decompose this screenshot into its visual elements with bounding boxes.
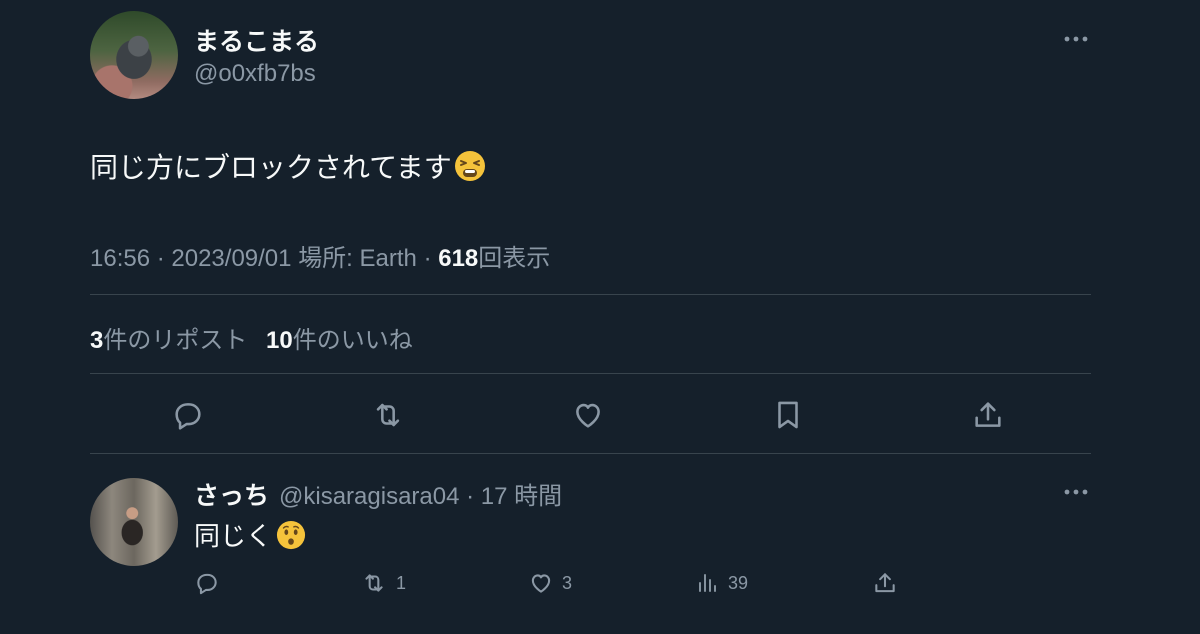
reply-icon xyxy=(175,403,201,430)
likes-count: 10 xyxy=(266,327,293,354)
share-icon xyxy=(975,402,1001,427)
like-icon xyxy=(531,574,551,593)
views-label: 回表示 xyxy=(478,245,551,272)
likes-label: 件のいいね xyxy=(292,327,413,354)
reply-icon xyxy=(197,573,217,595)
tweet-stats: 3件のリポスト 10件のいいね xyxy=(90,320,413,355)
reply-repost-button[interactable]: 1 xyxy=(360,568,406,598)
reply-more-options-icon[interactable] xyxy=(1062,480,1090,504)
reposts-stat[interactable]: 3件のリポスト xyxy=(90,327,247,354)
tweet-location: 場所: Earth xyxy=(298,245,417,272)
divider xyxy=(90,373,1091,374)
reply-author-display-name[interactable]: さっち xyxy=(194,476,269,512)
share-icon xyxy=(875,573,895,593)
tweet-meta: 16:56 · 2023/09/01 場所: Earth · 618回表示 xyxy=(90,238,550,273)
divider xyxy=(90,294,1091,295)
like-icon xyxy=(576,403,600,428)
bookmark-icon xyxy=(778,401,798,429)
reply-author-avatar[interactable] xyxy=(90,478,178,566)
reply-text: 同じく xyxy=(194,516,306,553)
author-avatar[interactable] xyxy=(90,11,178,99)
share-button[interactable] xyxy=(968,395,1008,435)
tweet-text: 同じ方にブロックされてます xyxy=(90,146,486,186)
bookmark-button[interactable] xyxy=(768,395,808,435)
reply-repost-count: 1 xyxy=(396,572,407,593)
reply-author-handle-time[interactable]: @kisaragisara04 · 17 時間 xyxy=(279,476,562,511)
more-options-icon[interactable] xyxy=(1062,27,1090,51)
reply-reply-button[interactable] xyxy=(194,568,220,598)
repost-icon xyxy=(376,403,400,427)
reply-views-count: 39 xyxy=(728,572,749,593)
author-handle[interactable]: @o0xfb7bs xyxy=(194,60,316,88)
reply-header: さっち @kisaragisara04 · 17 時間 xyxy=(194,476,562,512)
tweet-text-content: 同じ方にブロックされてます xyxy=(90,152,452,183)
reply-share-button[interactable] xyxy=(872,568,898,598)
repost-icon xyxy=(365,574,383,592)
tweet-detail-view: まるこまる @o0xfb7bs 同じ方にブロックされてます 16:56 · 20… xyxy=(0,0,1200,634)
likes-stat[interactable]: 10件のいいね xyxy=(266,327,413,354)
like-button[interactable] xyxy=(568,395,608,435)
views-count: 618 xyxy=(438,245,479,272)
tired-face-emoji xyxy=(454,150,486,182)
reposts-label: 件のリポスト xyxy=(103,327,248,354)
reply-like-button[interactable]: 3 xyxy=(528,568,572,598)
hushed-face-emoji xyxy=(276,520,306,550)
reply-like-count: 3 xyxy=(562,572,573,593)
reply-views-button[interactable]: 39 xyxy=(696,568,748,598)
meta-separator: · xyxy=(423,245,432,272)
reply-button[interactable] xyxy=(168,395,208,435)
reposts-count: 3 xyxy=(90,327,104,354)
author-display-name[interactable]: まるこまる xyxy=(194,22,319,58)
analytics-icon xyxy=(699,574,716,592)
reply-text-content: 同じく xyxy=(194,521,273,551)
divider xyxy=(90,453,1091,454)
tweet-timestamp[interactable]: 16:56 · 2023/09/01 xyxy=(90,245,292,272)
repost-button[interactable] xyxy=(368,395,408,435)
